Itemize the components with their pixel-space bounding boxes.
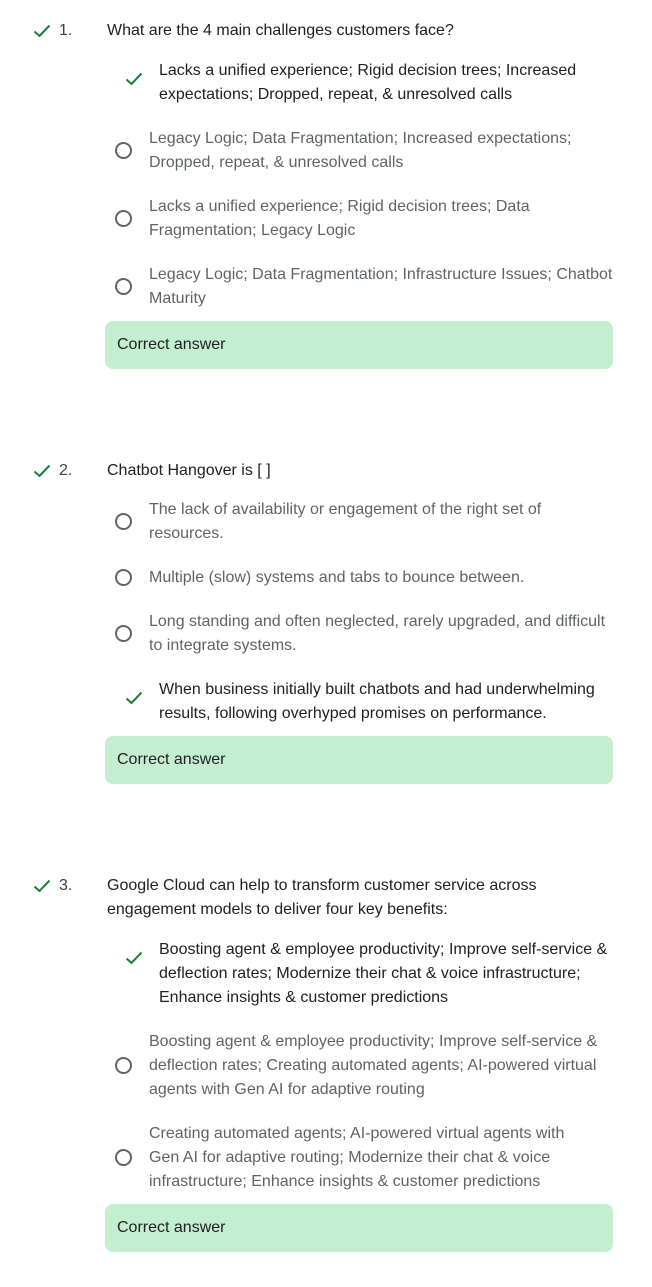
radio-button[interactable]	[115, 278, 132, 295]
checkmark-icon	[33, 464, 51, 478]
option-label: Boosting agent & employee productivity; …	[159, 941, 608, 1006]
question-number: 2.	[59, 462, 73, 479]
radio-button[interactable]	[115, 569, 132, 586]
option-label: When business initially built chatbots a…	[159, 681, 595, 722]
selected-check-icon	[125, 951, 143, 965]
option-label: Creating automated agents; AI-powered vi…	[149, 1125, 565, 1190]
radio-button[interactable]	[115, 142, 132, 159]
option-label: Legacy Logic; Data Fragmentation; Infras…	[149, 266, 613, 307]
question-text: Google Cloud can help to transform custo…	[107, 877, 537, 918]
option-label: Boosting agent & employee productivity; …	[149, 1033, 598, 1098]
radio-button[interactable]	[115, 625, 132, 642]
question-text: What are the 4 main challenges customers…	[107, 22, 454, 39]
selected-check-icon	[125, 72, 143, 86]
radio-button[interactable]	[115, 513, 132, 530]
question-number: 3.	[59, 877, 73, 894]
option-label: The lack of availability or engagement o…	[149, 501, 542, 542]
option-label: Long standing and often neglected, rarel…	[149, 613, 606, 654]
option-label: Lacks a unified experience; Rigid decisi…	[159, 62, 577, 103]
question-number: 1.	[59, 22, 73, 39]
option-label: Multiple (slow) systems and tabs to boun…	[149, 569, 525, 586]
option-label: Legacy Logic; Data Fragmentation; Increa…	[149, 130, 572, 171]
option-label: Lacks a unified experience; Rigid decisi…	[149, 198, 530, 239]
question-text: Chatbot Hangover is [ ]	[107, 462, 271, 479]
radio-button[interactable]	[115, 1149, 132, 1166]
feedback-banner: Correct answer	[105, 736, 613, 784]
feedback-banner: Correct answer	[105, 321, 613, 369]
radio-button[interactable]	[115, 210, 132, 227]
selected-check-icon	[125, 691, 143, 705]
checkmark-icon	[33, 879, 51, 893]
radio-button[interactable]	[115, 1057, 132, 1074]
feedback-banner: Correct answer	[105, 1204, 613, 1252]
checkmark-icon	[33, 24, 51, 38]
